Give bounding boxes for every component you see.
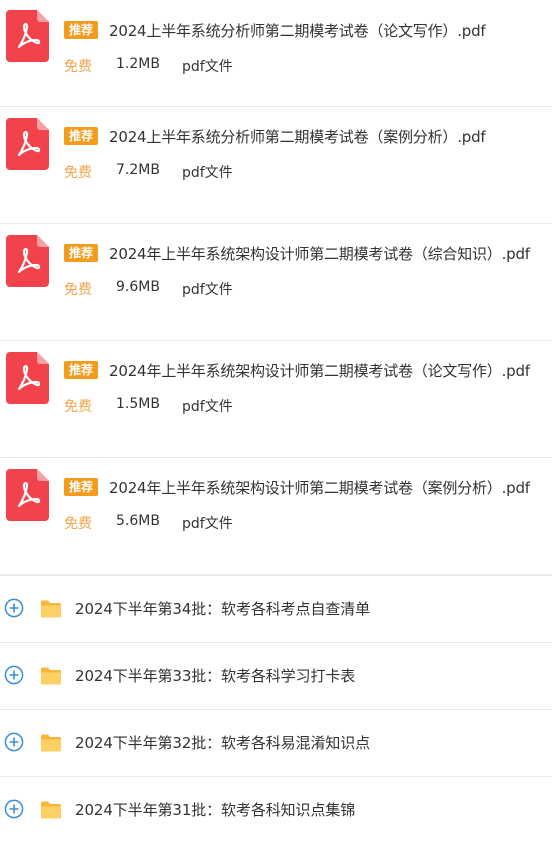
price-label: 免费: [64, 282, 92, 298]
pdf-file-icon: [6, 352, 49, 404]
recommend-badge: 推荐: [64, 244, 99, 262]
file-type: pdf文件: [182, 282, 233, 298]
file-size: 9.6MB: [116, 279, 160, 295]
recommend-badge: 推荐: [64, 127, 99, 145]
file-item[interactable]: 推荐 2024年上半年系统架构设计师第二期模考试卷（综合知识）.pdf 免费 9…: [0, 224, 552, 341]
file-title-row: 推荐 2024年上半年系统架构设计师第二期模考试卷（综合知识）.pdf: [64, 243, 530, 263]
recommend-badge: 推荐: [64, 21, 99, 39]
file-type: pdf文件: [182, 59, 233, 75]
folder-name[interactable]: 2024下半年第32批：软考各科易混淆知识点: [75, 732, 370, 753]
price-label: 免费: [64, 165, 92, 181]
folder-list: 2024下半年第34批：软考各科考点自查清单 2024下半年第33批：软考各科学…: [0, 575, 552, 843]
plus-circle-icon[interactable]: [4, 598, 24, 618]
file-type: pdf文件: [182, 399, 233, 415]
file-name[interactable]: 2024年上半年系统架构设计师第二期模考试卷（论文写作）.pdf: [109, 360, 530, 381]
file-item[interactable]: 推荐 2024年上半年系统架构设计师第二期模考试卷（案例分析）.pdf 免费 5…: [0, 458, 552, 575]
price-label: 免费: [64, 516, 92, 532]
file-title-row: 推荐 2024上半年系统分析师第二期模考试卷（论文写作）.pdf: [64, 20, 486, 41]
file-item[interactable]: 推荐 2024上半年系统分析师第二期模考试卷（论文写作）.pdf 免费 1.2M…: [0, 0, 552, 107]
pdf-file-icon: [6, 235, 49, 287]
file-title-row: 推荐 2024年上半年系统架构设计师第二期模考试卷（案例分析）.pdf: [64, 477, 530, 497]
file-type: pdf文件: [182, 165, 233, 181]
file-name[interactable]: 2024年上半年系统架构设计师第二期模考试卷（案例分析）.pdf: [109, 477, 530, 498]
pdf-file-icon: [6, 10, 49, 62]
folder-icon: [41, 734, 61, 752]
pdf-file-icon: [6, 118, 49, 170]
folder-icon: [41, 667, 61, 685]
file-name[interactable]: 2024上半年系统分析师第二期模考试卷（论文写作）.pdf: [109, 20, 486, 41]
folder-name[interactable]: 2024下半年第33批：软考各科学习打卡表: [75, 665, 355, 686]
folder-name[interactable]: 2024下半年第34批：软考各科考点自查清单: [75, 598, 370, 619]
file-type: pdf文件: [182, 516, 233, 532]
plus-circle-icon[interactable]: [4, 732, 24, 752]
folder-item[interactable]: 2024下半年第33批：软考各科学习打卡表: [0, 642, 552, 709]
price-label: 免费: [64, 399, 92, 415]
file-item[interactable]: 推荐 2024年上半年系统架构设计师第二期模考试卷（论文写作）.pdf 免费 1…: [0, 341, 552, 458]
folder-icon: [41, 801, 61, 819]
pdf-file-icon: [6, 469, 49, 521]
file-name[interactable]: 2024上半年系统分析师第二期模考试卷（案例分析）.pdf: [109, 126, 486, 147]
file-size: 5.6MB: [116, 513, 160, 529]
folder-icon: [41, 600, 61, 618]
file-size: 7.2MB: [116, 162, 160, 178]
folder-item[interactable]: 2024下半年第34批：软考各科考点自查清单: [0, 575, 552, 642]
plus-circle-icon[interactable]: [4, 665, 24, 685]
recommend-badge: 推荐: [64, 361, 99, 379]
plus-circle-icon[interactable]: [4, 799, 24, 819]
file-size: 1.2MB: [116, 56, 160, 72]
file-size: 1.5MB: [116, 396, 160, 412]
price-label: 免费: [64, 59, 92, 75]
file-title-row: 推荐 2024上半年系统分析师第二期模考试卷（案例分析）.pdf: [64, 126, 486, 147]
folder-item[interactable]: 2024下半年第32批：软考各科易混淆知识点: [0, 709, 552, 776]
folder-name[interactable]: 2024下半年第31批：软考各科知识点集锦: [75, 799, 355, 820]
file-item[interactable]: 推荐 2024上半年系统分析师第二期模考试卷（案例分析）.pdf 免费 7.2M…: [0, 107, 552, 224]
file-list: 推荐 2024上半年系统分析师第二期模考试卷（论文写作）.pdf 免费 1.2M…: [0, 0, 552, 575]
folder-item[interactable]: 2024下半年第31批：软考各科知识点集锦: [0, 776, 552, 843]
file-name[interactable]: 2024年上半年系统架构设计师第二期模考试卷（综合知识）.pdf: [109, 243, 530, 264]
recommend-badge: 推荐: [64, 478, 99, 496]
file-title-row: 推荐 2024年上半年系统架构设计师第二期模考试卷（论文写作）.pdf: [64, 360, 530, 380]
